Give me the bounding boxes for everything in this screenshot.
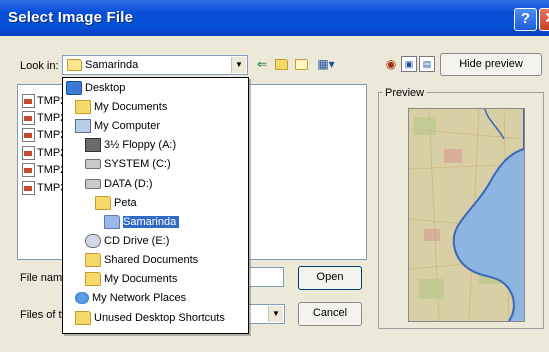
up-folder-shape <box>274 59 288 71</box>
image-file-icon <box>22 146 35 161</box>
folder-icon <box>85 272 101 287</box>
dropdown-item-label: My Documents <box>94 101 168 113</box>
dropdown-item-label: CD Drive (E:) <box>104 235 170 247</box>
file-name-input[interactable] <box>247 267 284 287</box>
drive-icon <box>85 159 101 170</box>
close-button[interactable]: ✕ <box>539 8 549 31</box>
list-item[interactable]: TMP3 <box>22 180 66 197</box>
select-image-file-dialog: Select Image File ? ✕ Look in: Samarinda… <box>0 0 549 352</box>
folder-icon <box>95 196 111 211</box>
dropdown-item-my-documents-2[interactable]: My Documents <box>85 271 177 287</box>
desktop-icon <box>66 81 82 96</box>
list-item[interactable]: TMP2 <box>22 162 66 179</box>
folder-icon <box>75 311 91 326</box>
dropdown-item-unused-shortcuts[interactable]: Unused Desktop Shortcuts <box>75 310 225 326</box>
list-item[interactable]: TMP2 <box>22 145 66 162</box>
image-file-icon <box>22 181 35 196</box>
image-view-icon[interactable]: ▣ <box>401 56 417 72</box>
dropdown-item-label: SYSTEM (C:) <box>104 158 171 170</box>
list-item[interactable]: TMP2 <box>22 110 66 127</box>
cd-drive-icon <box>85 234 101 249</box>
look-in-combo[interactable]: Samarinda ▼ <box>62 55 248 75</box>
my-documents-icon <box>75 100 91 115</box>
list-item[interactable]: TMP2 <box>22 127 66 144</box>
view-menu-icon[interactable]: ▦▾ <box>313 56 339 72</box>
map-image <box>409 109 524 321</box>
title-bar: Select Image File ? ✕ <box>0 0 549 36</box>
dropdown-item-label: My Network Places <box>92 292 187 304</box>
dropdown-item-desktop[interactable]: Desktop <box>66 80 125 96</box>
dropdown-item-label: Samarinda <box>123 216 180 228</box>
dropdown-item-system-c[interactable]: SYSTEM (C:) <box>85 156 171 172</box>
image-file-icon <box>22 128 35 143</box>
dropdown-item-label: Desktop <box>85 82 126 94</box>
my-computer-icon <box>75 119 91 134</box>
dropdown-item-label: 3½ Floppy (A:) <box>104 139 177 151</box>
dropdown-item-my-network-places[interactable]: My Network Places <box>75 290 186 306</box>
files-of-type-label: Files of ty <box>20 309 68 321</box>
dropdown-item-cd-drive[interactable]: CD Drive (E:) <box>85 233 169 249</box>
window-title: Select Image File <box>8 9 134 26</box>
dropdown-item-label: DATA (D:) <box>104 178 153 190</box>
look-in-dropdown[interactable]: Desktop My Documents My Computer 3½ Flop… <box>62 77 249 334</box>
up-folder-icon[interactable] <box>273 56 289 72</box>
map-preview-image <box>408 108 525 322</box>
dropdown-item-label: Shared Documents <box>104 254 199 266</box>
details-icon[interactable]: ▤ <box>419 56 435 72</box>
image-file-icon <box>22 163 35 178</box>
dropdown-item-label: My Documents <box>104 273 178 285</box>
open-button[interactable]: Open <box>298 266 362 290</box>
dropdown-item-label: Unused Desktop Shortcuts <box>94 312 225 324</box>
chevron-down-icon[interactable]: ▼ <box>268 306 283 322</box>
image-file-icon <box>22 111 35 126</box>
chevron-down-icon[interactable]: ▼ <box>231 57 246 73</box>
thumbnail-icon[interactable]: ◉ <box>383 56 399 72</box>
back-icon[interactable]: ⇐ <box>254 56 270 72</box>
dropdown-item-label: Peta <box>114 197 137 209</box>
hide-preview-button[interactable]: Hide preview <box>440 53 542 76</box>
dropdown-item-peta[interactable]: Peta <box>95 195 137 211</box>
new-folder-shape <box>294 59 308 71</box>
list-item[interactable]: TMP2 <box>22 93 66 110</box>
network-icon <box>75 292 89 305</box>
dropdown-item-my-documents[interactable]: My Documents <box>75 99 167 115</box>
folder-icon <box>85 253 101 268</box>
dropdown-item-shared-documents[interactable]: Shared Documents <box>85 252 198 268</box>
dropdown-item-samarinda[interactable]: Samarinda <box>104 214 180 230</box>
help-button[interactable]: ? <box>514 8 537 31</box>
files-of-type-select[interactable]: ▼ <box>247 304 285 324</box>
open-folder-icon <box>104 215 120 230</box>
drive-icon <box>85 179 101 190</box>
look-in-label: Look in: <box>20 60 59 72</box>
floppy-icon <box>85 138 101 153</box>
dropdown-item-floppy[interactable]: 3½ Floppy (A:) <box>85 137 176 153</box>
dropdown-item-data-d[interactable]: DATA (D:) <box>85 176 152 192</box>
cancel-button[interactable]: Cancel <box>298 302 362 326</box>
dropdown-item-label: My Computer <box>94 120 161 132</box>
new-folder-icon[interactable] <box>293 56 309 72</box>
folder-icon <box>67 59 82 71</box>
image-file-icon <box>22 94 35 109</box>
preview-label: Preview <box>383 87 427 99</box>
dropdown-item-my-computer[interactable]: My Computer <box>75 118 160 134</box>
look-in-value: Samarinda <box>85 59 139 71</box>
